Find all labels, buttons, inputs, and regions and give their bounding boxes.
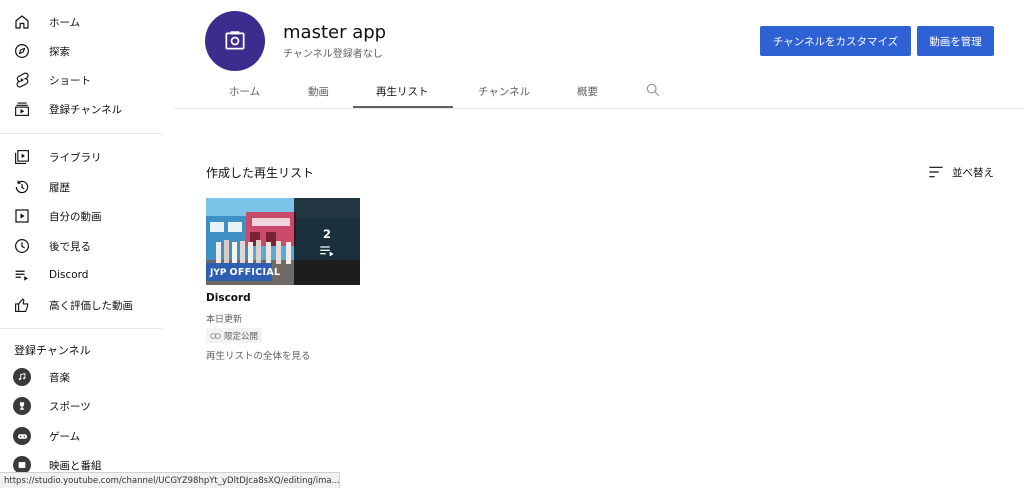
jyp-official-badge: JYP OFFICIAL bbox=[210, 264, 280, 281]
camera-book-icon bbox=[225, 31, 245, 50]
sidebar-item-history[interactable]: 履歴 bbox=[0, 173, 162, 201]
tab-channels[interactable]: チャンネル bbox=[478, 84, 530, 99]
sidebar-item-label: 探索 bbox=[49, 45, 70, 58]
sidebar-item-label: 自分の動画 bbox=[49, 210, 102, 223]
sidebar-item-playlist-discord[interactable]: Discord bbox=[0, 261, 162, 289]
sidebar-item-explore[interactable]: 探索 bbox=[0, 37, 162, 65]
sidebar-item-library[interactable]: ライブラリ bbox=[0, 143, 162, 171]
sidebar-item-label: 高く評価した動画 bbox=[49, 299, 133, 312]
sidebar-item-label: Discord bbox=[49, 269, 89, 281]
view-full-playlist-link[interactable]: 再生リストの全体を見る bbox=[206, 348, 311, 362]
playlist-count-overlay: 2 bbox=[294, 198, 360, 285]
sidebar-item-label: 登録チャンネル bbox=[49, 103, 123, 116]
sort-label: 並べ替え bbox=[952, 166, 994, 179]
sidebar-item-music[interactable]: 音楽 bbox=[0, 363, 162, 391]
browser-status-bar: https://studio.youtube.com/channel/UCGYZ… bbox=[0, 472, 340, 488]
sidebar-item-gaming[interactable]: ゲーム bbox=[0, 422, 162, 450]
link-icon bbox=[210, 332, 221, 339]
playlist-icon bbox=[12, 265, 32, 285]
sidebar: ホーム 探索 ショート 登録チャンネル ライブラリ 履歴 自分の動画 後で見る … bbox=[0, 0, 162, 488]
sort-button[interactable]: 並べ替え bbox=[928, 163, 994, 181]
channel-search-icon[interactable] bbox=[645, 82, 663, 100]
video-count: 2 bbox=[322, 226, 331, 241]
sidebar-item-label: スポーツ bbox=[49, 400, 91, 413]
sidebar-item-label: 履歴 bbox=[49, 181, 70, 194]
clock-icon bbox=[12, 236, 32, 256]
sidebar-item-watch-later[interactable]: 後で見る bbox=[0, 232, 162, 260]
playlist-title[interactable]: Discord bbox=[206, 292, 251, 304]
sidebar-item-liked-videos[interactable]: 高く評価した動画 bbox=[0, 291, 162, 319]
sidebar-divider bbox=[0, 133, 162, 134]
home-icon bbox=[12, 12, 32, 32]
music-icon bbox=[12, 367, 32, 387]
subscriptions-icon bbox=[12, 99, 32, 119]
subscriber-count: チャンネル登録者なし bbox=[283, 49, 383, 60]
customize-channel-button[interactable]: チャンネルをカスタマイズ bbox=[760, 26, 911, 56]
sidebar-item-label: 映画と番組 bbox=[49, 459, 102, 472]
history-icon bbox=[12, 177, 32, 197]
playlist-updated: 本日更新 bbox=[206, 315, 243, 325]
jyp-logo: JYP bbox=[210, 267, 227, 278]
library-icon bbox=[12, 147, 32, 167]
gamepad-icon bbox=[12, 426, 32, 446]
sidebar-item-shorts[interactable]: ショート bbox=[0, 66, 162, 94]
tab-about[interactable]: 概要 bbox=[577, 84, 598, 99]
tab-playlists[interactable]: 再生リスト bbox=[376, 84, 429, 99]
sidebar-item-label: 後で見る bbox=[49, 240, 91, 253]
sidebar-item-label: ショート bbox=[49, 74, 91, 87]
youtube-channel-page: ホーム 探索 ショート 登録チャンネル ライブラリ 履歴 自分の動画 後で見る … bbox=[0, 0, 1024, 488]
tab-videos[interactable]: 動画 bbox=[308, 84, 329, 99]
tabs-divider bbox=[174, 108, 1024, 109]
playlist-icon bbox=[320, 245, 334, 256]
official-label: OFFICIAL bbox=[229, 267, 281, 278]
sidebar-item-home[interactable]: ホーム bbox=[0, 8, 162, 36]
sidebar-item-label: 音楽 bbox=[49, 371, 70, 384]
compass-icon bbox=[12, 41, 32, 61]
channel-name: master app bbox=[283, 22, 387, 43]
sidebar-divider bbox=[0, 328, 162, 329]
sidebar-item-your-videos[interactable]: 自分の動画 bbox=[0, 202, 162, 230]
visibility-label: 限定公開 bbox=[224, 331, 259, 342]
manage-videos-button[interactable]: 動画を管理 bbox=[917, 26, 994, 56]
thumbs-up-icon bbox=[12, 295, 32, 315]
trophy-icon bbox=[12, 396, 32, 416]
play-square-icon bbox=[12, 206, 32, 226]
sidebar-item-label: ホーム bbox=[49, 16, 81, 29]
playlist-thumbnail[interactable]: JYP OFFICIAL 2 bbox=[206, 198, 360, 285]
channel-avatar[interactable] bbox=[205, 11, 265, 71]
shorts-icon bbox=[12, 70, 32, 90]
sidebar-item-sports[interactable]: スポーツ bbox=[0, 392, 162, 420]
sidebar-item-subscriptions[interactable]: 登録チャンネル bbox=[0, 95, 162, 123]
tab-home[interactable]: ホーム bbox=[229, 84, 260, 99]
visibility-badge: 限定公開 bbox=[206, 328, 263, 343]
sidebar-item-label: ゲーム bbox=[49, 430, 81, 443]
created-playlists-heading: 作成した再生リスト bbox=[206, 166, 315, 180]
sort-icon bbox=[929, 166, 943, 178]
subscriptions-section-title: 登録チャンネル bbox=[14, 344, 91, 357]
sidebar-item-label: ライブラリ bbox=[49, 151, 102, 164]
